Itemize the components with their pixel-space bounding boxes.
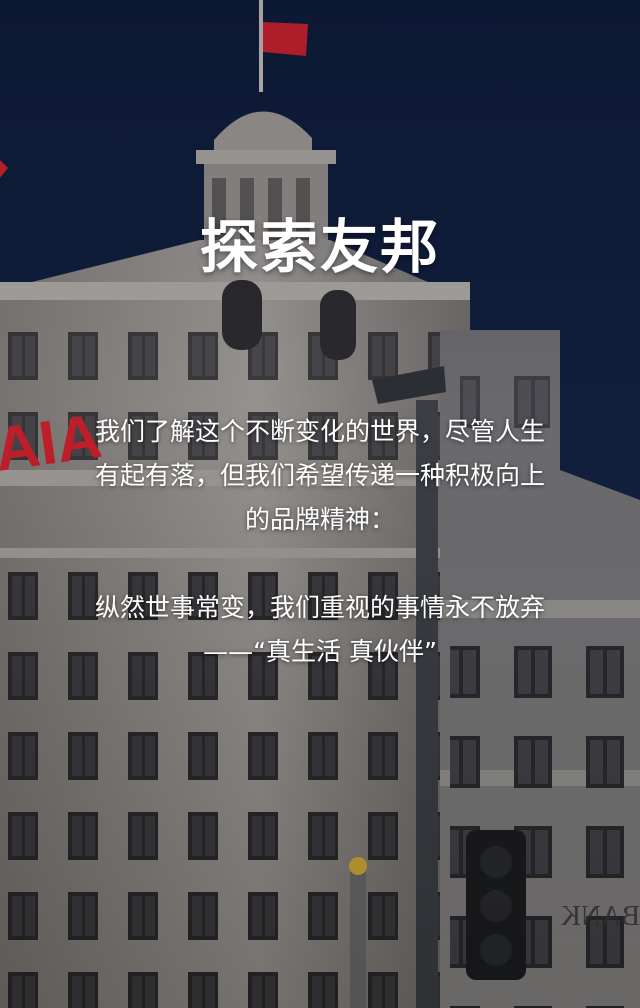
- splash-screen: AIA BANK 探索友邦 我们了解这个不断变化的世界，尽管人生 有起有落，但我…: [0, 0, 640, 1008]
- paragraph-line: 的品牌精神：: [244, 505, 395, 534]
- brand-statement: 我们了解这个不断变化的世界，尽管人生 有起有落，但我们希望传递一种积极向上 的品…: [40, 410, 600, 674]
- tagline: ——“真生活 真伙伴”: [203, 637, 437, 666]
- page-title: 探索友邦: [199, 213, 440, 281]
- paragraph-line: 有起有落，但我们希望传递一种积极向上: [94, 461, 545, 490]
- paragraph-line: 我们了解这个不断变化的世界，尽管人生: [94, 417, 545, 446]
- paragraph-line: 纵然世事常变，我们重视的事情永不放弃: [94, 593, 545, 622]
